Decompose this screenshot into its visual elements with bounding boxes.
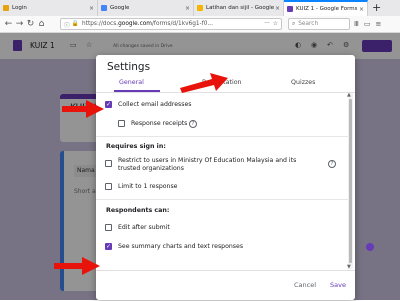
dialog-title: Settings [107, 61, 151, 73]
home-icon[interactable]: ⌂ [36, 19, 47, 29]
collect-email-option[interactable]: ✓ Collect email addresses [105, 101, 192, 109]
help-icon[interactable]: ? [189, 120, 197, 128]
url-bar[interactable]: ⓘ 🔒 https://docs. google.com/forms/d/1kv6… [60, 18, 282, 30]
library-icon[interactable]: Ⅲ [354, 20, 359, 28]
scrollbar-thumb[interactable] [349, 99, 352, 263]
divider [96, 136, 348, 137]
tab-google-drive[interactable]: Latihan dan sijil - Google Dri... × [194, 0, 284, 16]
cancel-button[interactable]: Cancel [294, 281, 316, 289]
help-icon[interactable]: ? [328, 160, 336, 168]
collect-email-label: Collect email addresses [118, 101, 192, 108]
see-summary-label: See summary charts and text responses [118, 243, 244, 250]
search-icon: ⌕ [292, 20, 296, 27]
new-tab-button[interactable]: + [372, 1, 381, 14]
tab-google-forms[interactable]: KUIZ 1 - Google Forms × [284, 0, 368, 16]
restrict-users-checkbox[interactable] [105, 160, 112, 167]
close-icon[interactable]: × [185, 5, 190, 12]
edit-after-submit-checkbox[interactable] [105, 224, 112, 231]
arrow-to-collect-email-icon [62, 100, 104, 118]
see-summary-checkbox[interactable]: ✓ [105, 243, 112, 250]
tab-label: Login [12, 5, 27, 11]
limit-one-response-checkbox[interactable] [105, 183, 112, 190]
lock-icon: 🔒 [71, 21, 80, 27]
limit-one-response-option[interactable]: Limit to 1 response [105, 183, 178, 191]
edit-after-submit-label: Edit after submit [118, 224, 170, 231]
active-tab-indicator [114, 90, 160, 92]
limit-one-response-label: Limit to 1 response [118, 183, 178, 190]
restrict-users-option[interactable]: Restrict to users in Ministry Of Educati… [105, 157, 305, 173]
tab-google[interactable]: Google × [98, 0, 194, 16]
sidebar-icon[interactable]: ▭ [364, 20, 371, 28]
toolbar-icons: Ⅲ ▭ ≡ [354, 16, 381, 32]
edit-after-submit-option[interactable]: Edit after submit [105, 224, 170, 232]
tab-general[interactable]: General [119, 79, 144, 86]
close-icon[interactable]: × [359, 6, 364, 13]
page-actions-icon[interactable]: ··· [264, 21, 270, 27]
drive-favicon-icon [197, 5, 203, 11]
url-path: /forms/d/1kv6g1-f0... [151, 21, 213, 27]
back-icon[interactable]: ← [3, 19, 14, 29]
close-icon[interactable]: × [275, 5, 280, 12]
response-receipts-label: Response receipts [131, 120, 188, 127]
divider [96, 199, 348, 200]
url-host: google.com [118, 21, 152, 27]
tab-label: KUIZ 1 - Google Forms [296, 6, 358, 12]
save-button[interactable]: Save [330, 281, 346, 289]
browser-nav-bar: ← → ↻ ⌂ ⓘ 🔒 https://docs. google.com/form… [0, 16, 400, 33]
search-box[interactable]: ⌕ Search [288, 18, 350, 30]
response-receipts-option[interactable]: Response receipts [118, 120, 187, 128]
add-question-icon [366, 243, 374, 251]
google-favicon-icon [101, 5, 107, 11]
close-icon[interactable]: × [89, 5, 94, 12]
reload-icon[interactable]: ↻ [25, 19, 36, 29]
respondents-can-heading: Respondents can: [106, 207, 170, 214]
restrict-users-label: Restrict to users in Ministry Of Educati… [118, 157, 297, 172]
info-icon[interactable]: ⓘ [64, 20, 70, 29]
scroll-up-icon[interactable]: ▲ [347, 92, 351, 98]
arrow-to-see-summary-icon [54, 257, 100, 275]
arrow-to-presentation-icon [180, 73, 228, 93]
url-prefix: https://docs. [82, 21, 119, 27]
tab-quizzes[interactable]: Quizzes [291, 79, 315, 86]
dialog-footer: Cancel Save [96, 270, 355, 301]
bookmark-star-icon[interactable]: ☆ [273, 21, 278, 27]
login-favicon-icon [3, 5, 9, 11]
tab-label: Latihan dan sijil - Google Dri... [206, 5, 275, 11]
search-placeholder: Search [298, 21, 319, 27]
forward-icon[interactable]: → [14, 19, 25, 29]
tab-login[interactable]: Login × [0, 0, 98, 16]
response-receipts-checkbox[interactable] [118, 120, 125, 127]
forms-favicon-icon [287, 6, 293, 12]
menu-icon[interactable]: ≡ [375, 20, 381, 28]
tab-label: Google [110, 5, 130, 11]
settings-body: ✓ Collect email addresses Response recei… [96, 93, 348, 269]
requires-sign-in-heading: Requires sign in: [106, 143, 166, 150]
browser-tab-bar: Login × Google × Latihan dan sijil - Goo… [0, 0, 400, 16]
see-summary-option[interactable]: ✓ See summary charts and text responses [105, 243, 243, 251]
